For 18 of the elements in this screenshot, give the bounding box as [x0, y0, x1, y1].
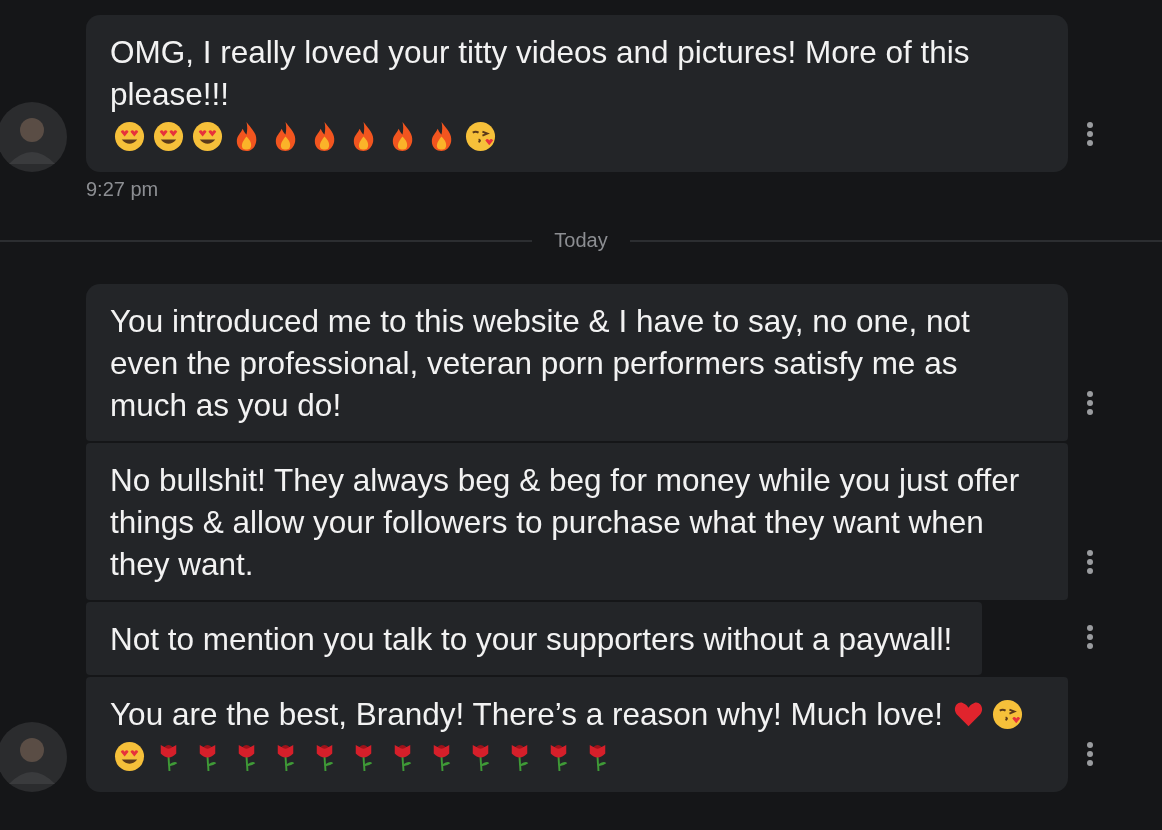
date-divider-label: Today — [554, 229, 608, 252]
message-text: You introduced me to this website & I have to say, no one, not even the professional, veteran porn performers satisfy me as much as you do! — [110, 302, 971, 425]
more-options-icon[interactable] — [1086, 391, 1094, 415]
more-options-icon[interactable] — [1086, 625, 1094, 649]
message-text: No bullshit! They always beg & beg for money while you just offer things & allow your followers to purchase what they want when they want. — [110, 461, 1021, 584]
message-text: Not to mention you talk to your supporters without a paywall! — [110, 620, 953, 659]
message-text: OMG, I really loved your titty videos and pictures! More of this please!!! — [110, 33, 971, 114]
message-text: You are the best, Brandy! There’s a reason why! Much love! — [110, 695, 943, 734]
kiss-emoji-icon — [465, 121, 496, 152]
heart-eyes-emoji-icon — [114, 741, 145, 772]
more-options-icon[interactable] — [1086, 742, 1094, 766]
heart-eyes-emoji-icon — [192, 121, 223, 152]
heart-eyes-emoji-icon — [153, 121, 184, 152]
heart-eyes-emoji-icon — [114, 121, 145, 152]
message-time: 9:27 pm — [86, 178, 160, 201]
kiss-emoji-icon — [991, 699, 1023, 730]
more-options-icon[interactable] — [1086, 550, 1094, 574]
more-options-icon[interactable] — [1086, 122, 1094, 146]
